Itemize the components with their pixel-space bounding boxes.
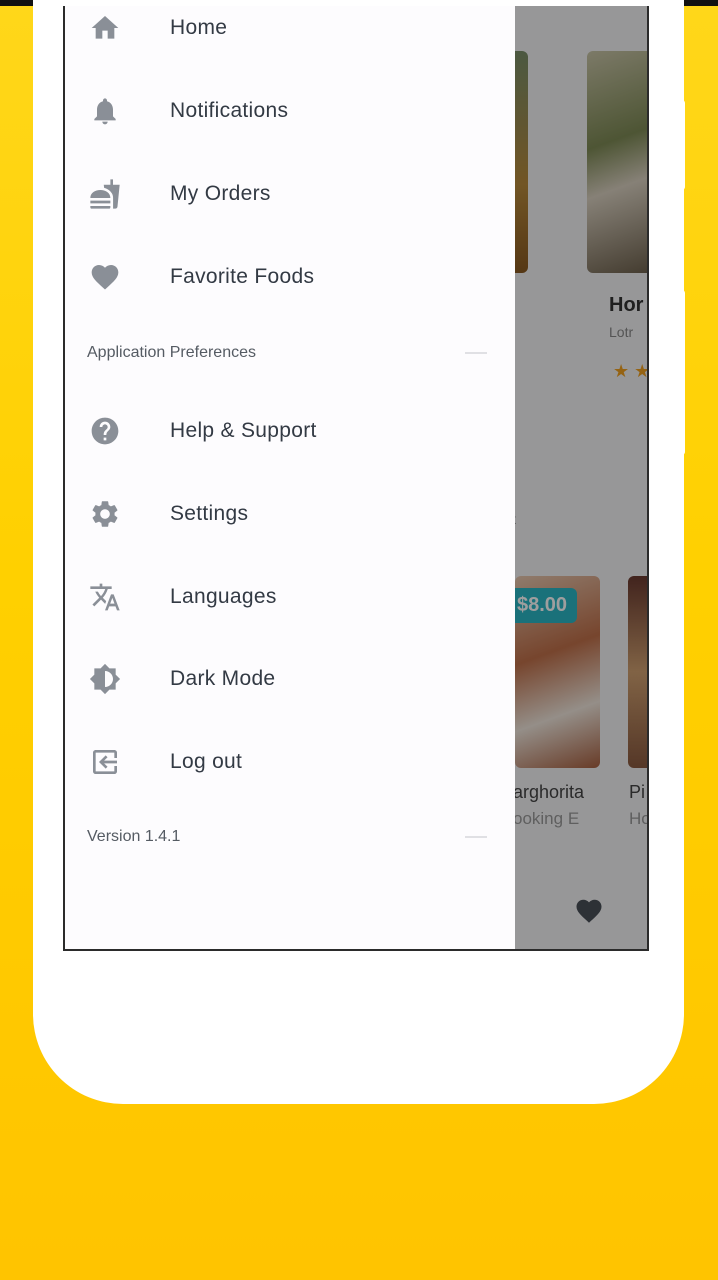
menu-item-settings[interactable]: Settings bbox=[65, 484, 515, 544]
menu-item-label: My Orders bbox=[170, 182, 271, 205]
menu-item-label: Notifications bbox=[170, 99, 289, 122]
navigation-drawer: Home Notifications My Orders Favorite Fo… bbox=[65, 6, 515, 949]
menu-item-label: Help & Support bbox=[170, 419, 317, 442]
version-row: Version 1.4.1 bbox=[87, 822, 487, 852]
section-divider bbox=[465, 352, 487, 354]
menu-item-my-orders[interactable]: My Orders bbox=[65, 164, 515, 224]
heart-icon bbox=[87, 259, 123, 295]
bell-icon bbox=[87, 93, 123, 129]
orders-icon bbox=[87, 176, 123, 212]
help-icon bbox=[87, 413, 123, 449]
translate-icon bbox=[87, 579, 123, 615]
phone-screen: Hor Lotr ★ ★ st $8.00 arghorita Pi ookin… bbox=[63, 6, 649, 951]
phone-side-button-2 bbox=[680, 290, 685, 455]
menu-item-log-out[interactable]: Log out bbox=[65, 732, 515, 792]
menu-item-label: Dark Mode bbox=[170, 667, 276, 690]
section-header-preferences: Application Preferences bbox=[87, 338, 487, 368]
menu-item-label: Languages bbox=[170, 585, 277, 608]
menu-item-label: Log out bbox=[170, 750, 243, 773]
menu-item-dark-mode[interactable]: Dark Mode bbox=[65, 649, 515, 709]
home-icon bbox=[87, 10, 123, 46]
section-title: Application Preferences bbox=[87, 344, 256, 361]
menu-item-favorite-foods[interactable]: Favorite Foods bbox=[65, 247, 515, 307]
menu-item-label: Home bbox=[170, 16, 228, 39]
section-divider bbox=[465, 836, 487, 838]
phone-side-button bbox=[680, 100, 685, 190]
menu-item-label: Favorite Foods bbox=[170, 265, 315, 288]
version-label: Version 1.4.1 bbox=[87, 828, 181, 845]
menu-item-label: Settings bbox=[170, 502, 249, 525]
menu-item-home[interactable]: Home bbox=[65, 6, 515, 58]
menu-item-help-support[interactable]: Help & Support bbox=[65, 401, 515, 461]
gear-icon bbox=[87, 496, 123, 532]
brightness-icon bbox=[87, 661, 123, 697]
menu-item-languages[interactable]: Languages bbox=[65, 567, 515, 627]
menu-item-notifications[interactable]: Notifications bbox=[65, 81, 515, 141]
logout-icon bbox=[87, 744, 123, 780]
